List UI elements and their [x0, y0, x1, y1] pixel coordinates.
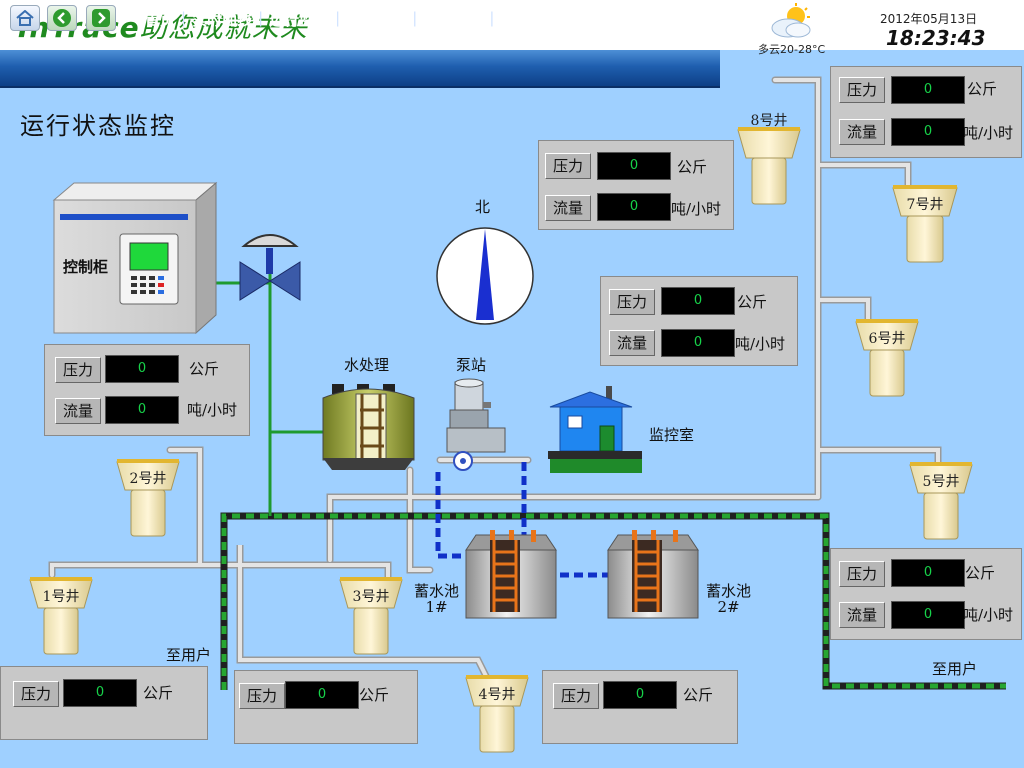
- well-5-pressure-value: 0: [891, 559, 965, 587]
- well-4-pressure-value: 0: [603, 681, 677, 709]
- well-2-pressure-value: 0: [105, 355, 179, 383]
- pressure-label: 压力: [239, 683, 285, 709]
- well-1-pressure-value: 0: [63, 679, 137, 707]
- well-3-panel: 压力 0 公斤: [234, 670, 418, 744]
- well-8-label: 8号井: [750, 113, 788, 129]
- well-6-flow-value: 0: [661, 329, 735, 357]
- flow-unit: 吨/小时: [671, 200, 722, 218]
- well-4-label: 4号井: [478, 687, 516, 703]
- well-3-label: 3号井: [352, 589, 390, 605]
- well-8-panel: 压力 0 公斤 流量 0 吨/小时: [538, 140, 734, 230]
- flow-label: 流量: [609, 330, 655, 356]
- pressure-unit: 公斤: [677, 158, 708, 176]
- well-2-label: 2号井: [129, 471, 167, 487]
- well-5-panel: 压力 0 公斤 流量 0 吨/小时: [830, 548, 1022, 640]
- flow-unit: 吨/小时: [735, 335, 786, 353]
- tank2-number: 2#: [717, 598, 740, 616]
- pressure-unit: 公斤: [143, 684, 174, 702]
- pressure-label: 压力: [609, 289, 655, 315]
- well-8: [737, 127, 801, 205]
- flow-unit: 吨/小时: [187, 401, 238, 419]
- pressure-label: 压力: [13, 681, 59, 707]
- well-2-flow-value: 0: [105, 396, 179, 424]
- pressure-unit: 公斤: [683, 686, 714, 704]
- well-7-flow-value: 0: [891, 118, 965, 146]
- well-5-flow-value: 0: [891, 601, 965, 629]
- well-2-panel: 压力 0 公斤 流量 0 吨/小时: [44, 344, 250, 436]
- well-3-pressure-value: 0: [285, 681, 359, 709]
- flow-unit: 吨/小时: [963, 124, 1014, 142]
- monitoring-room: [548, 386, 642, 473]
- well-7-label: 7号井: [906, 197, 944, 213]
- flow-label: 流量: [55, 398, 101, 424]
- tank1-number: 1#: [425, 598, 448, 616]
- pressure-label: 压力: [553, 683, 599, 709]
- pressure-label: 压力: [839, 561, 885, 587]
- control-cabinet-label: 控制柜: [63, 258, 109, 276]
- flow-label: 流量: [839, 602, 885, 628]
- pump-station: [446, 378, 506, 471]
- tank2-label: 蓄水池 2#: [706, 583, 751, 615]
- pressure-unit: 公斤: [189, 360, 220, 378]
- to-user-label-left: 至用户: [166, 646, 212, 664]
- compass: [436, 227, 534, 325]
- pressure-unit: 公斤: [967, 80, 998, 98]
- well-4-panel: 压力 0 公斤: [542, 670, 738, 744]
- pump-station-label: 泵站: [456, 356, 487, 374]
- water-treatment-label: 水处理: [344, 356, 390, 374]
- well-8-flow-value: 0: [597, 193, 671, 221]
- storage-tank-1: [465, 530, 557, 619]
- pressure-unit: 公斤: [737, 293, 768, 311]
- well-1-label: 1号井: [42, 589, 80, 605]
- well-7-panel: 压力 0 公斤 流量 0 吨/小时: [830, 66, 1022, 158]
- pressure-unit: 公斤: [359, 686, 390, 704]
- monitor-room-label: 监控室: [649, 426, 695, 444]
- pressure-label: 压力: [55, 357, 101, 383]
- well-5-label: 5号井: [922, 474, 960, 490]
- to-user-label-right: 至用户: [932, 660, 978, 678]
- storage-tank-2: [607, 530, 699, 619]
- pressure-label: 压力: [839, 77, 885, 103]
- pressure-unit: 公斤: [965, 564, 996, 582]
- flow-unit: 吨/小时: [963, 606, 1014, 624]
- flow-label: 流量: [839, 119, 885, 145]
- tank1-label: 蓄水池 1#: [414, 583, 459, 615]
- well-6-panel: 压力 0 公斤 流量 0 吨/小时: [600, 276, 798, 366]
- pressure-label: 压力: [545, 153, 591, 179]
- north-label: 北: [475, 198, 491, 216]
- well-7-pressure-value: 0: [891, 76, 965, 104]
- well-8-pressure-value: 0: [597, 152, 671, 180]
- well-6-pressure-value: 0: [661, 287, 735, 315]
- water-treatment-tank: [322, 384, 415, 470]
- well-1-panel: 压力 0 公斤: [0, 666, 208, 740]
- well-6-label: 6号井: [868, 331, 906, 347]
- flow-label: 流量: [545, 195, 591, 221]
